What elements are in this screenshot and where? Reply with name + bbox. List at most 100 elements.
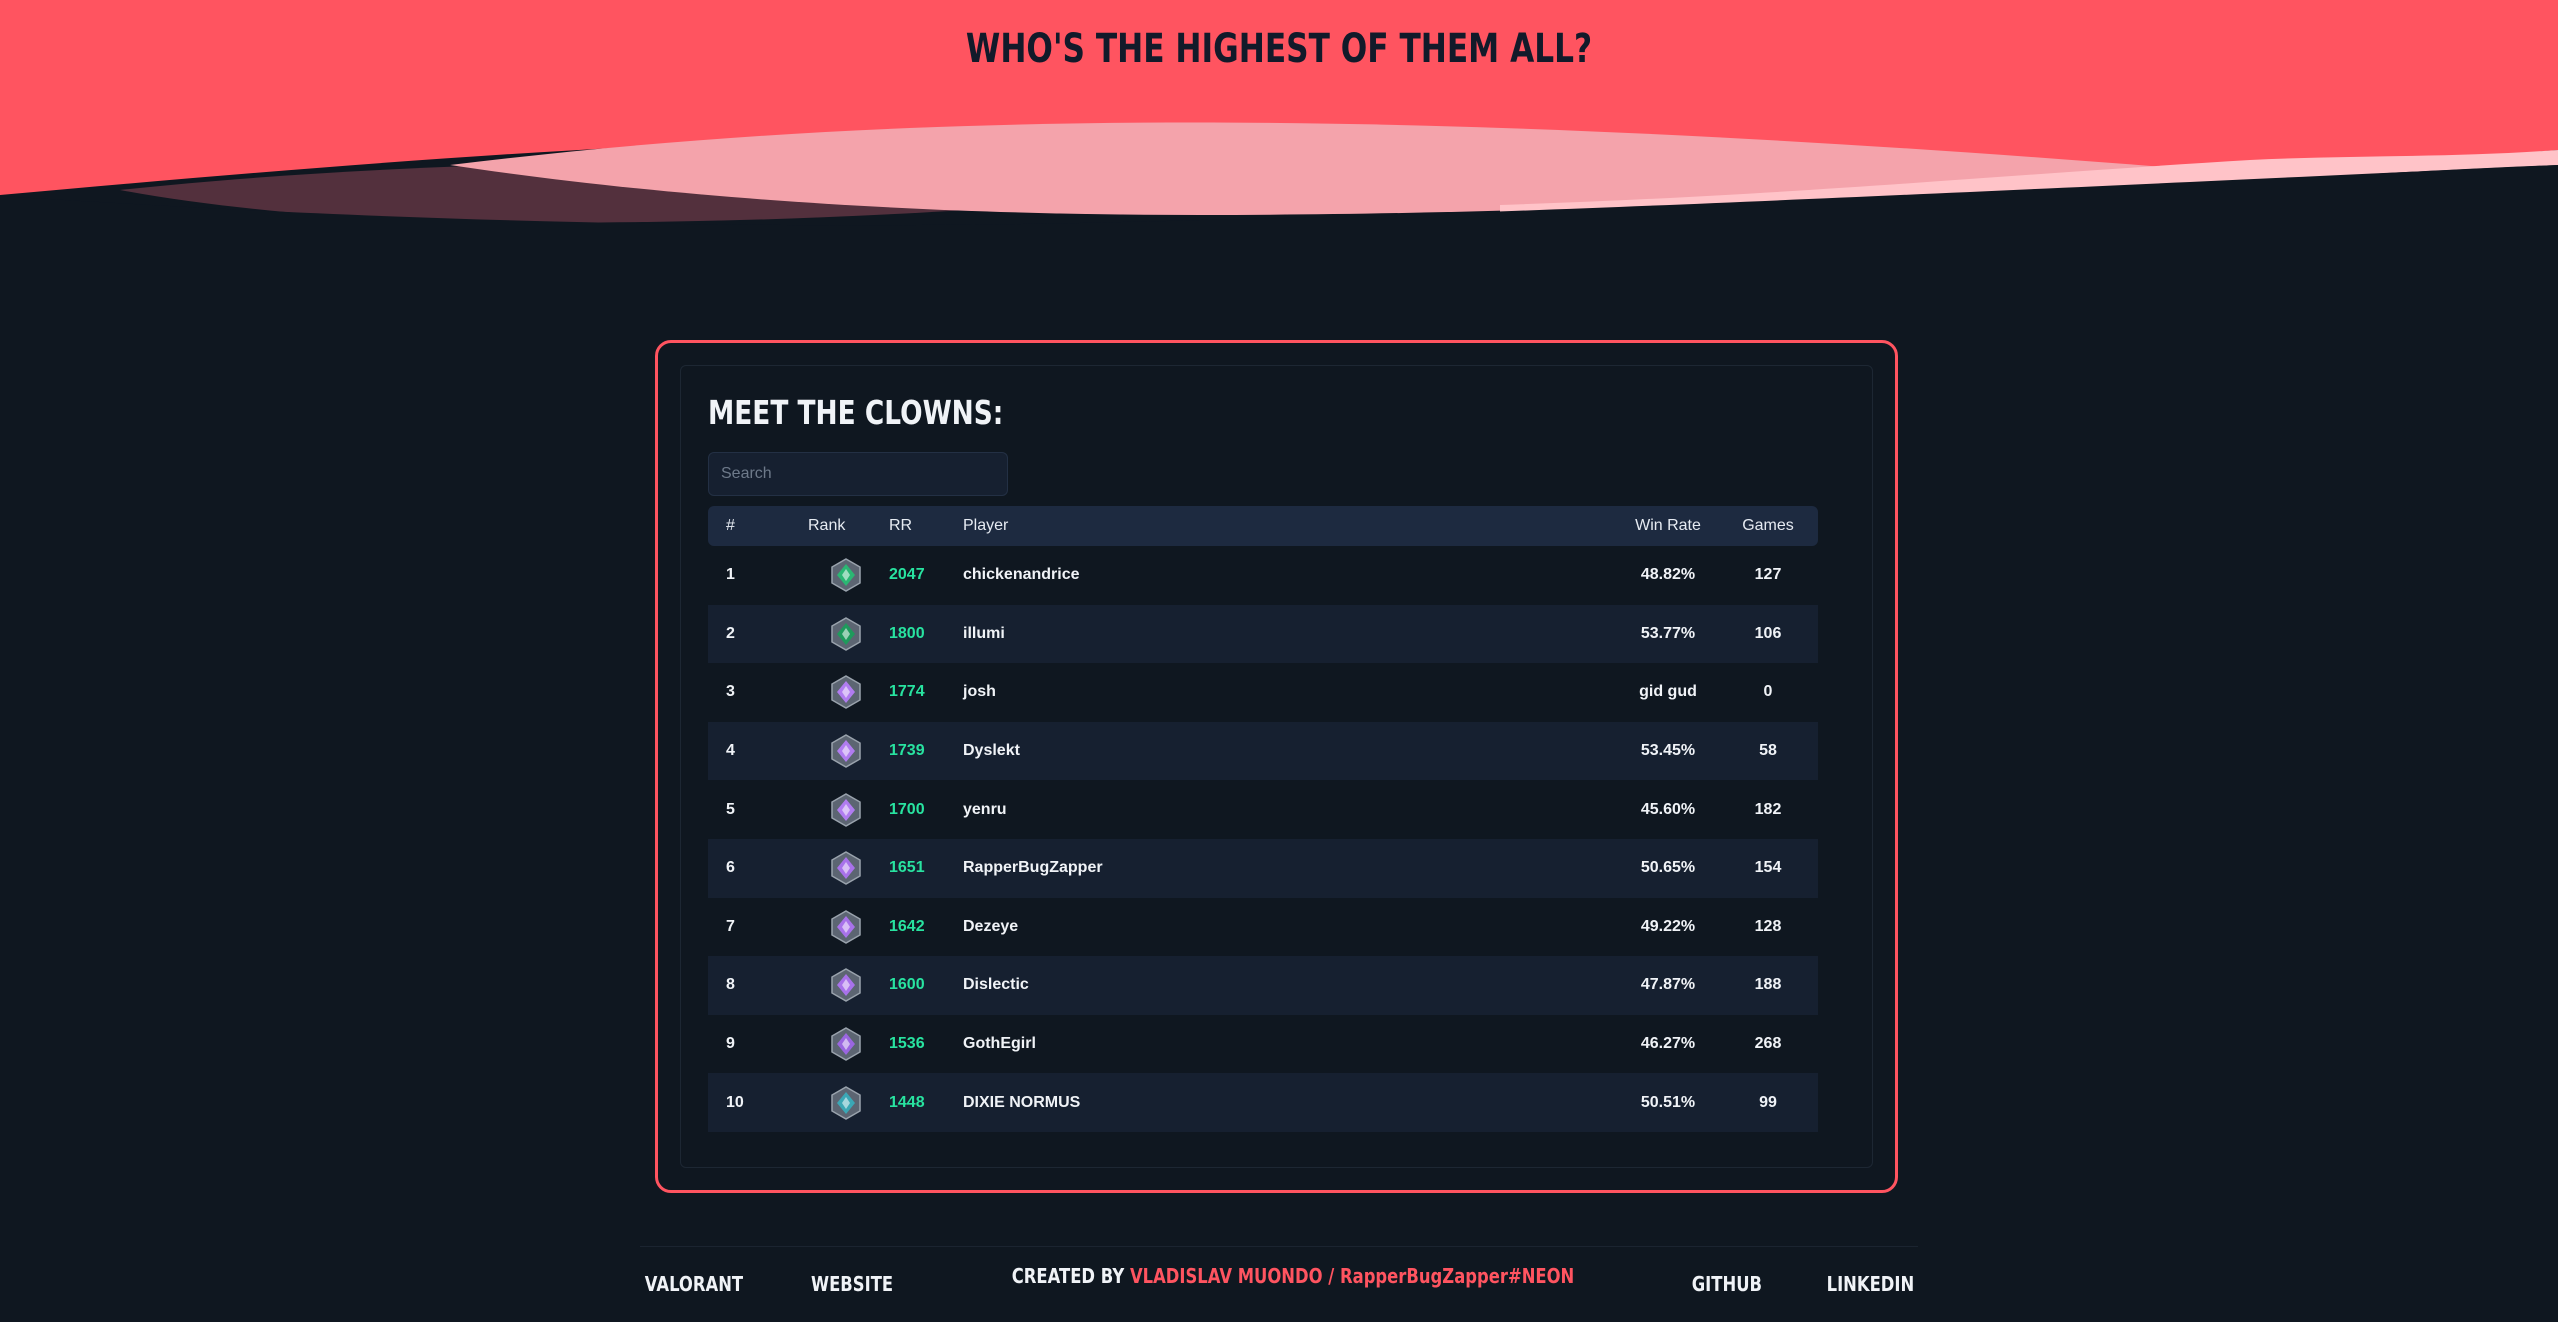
diamond-rank-icon (830, 675, 861, 710)
row-rank-cell (808, 616, 883, 652)
row-rank-cell (808, 1085, 883, 1121)
row-rr: 1642 (889, 917, 925, 935)
row-rank-number: 6 (726, 859, 735, 877)
row-rank-cell (808, 557, 883, 593)
row-rank-number: 1 (726, 566, 735, 584)
table-row[interactable]: 8 1600 Dislectic 47.87% 188 (708, 956, 1818, 1015)
row-rr: 1800 (889, 624, 925, 642)
footer-author-link[interactable]: VLADISLAV MUONDO / RapperBugZapper#NEON (1130, 1264, 1574, 1288)
diamond-rank-icon (830, 909, 861, 944)
row-win-rate: 53.77% (1640, 624, 1696, 642)
header-player[interactable]: Player (963, 517, 1618, 535)
footer-link-website[interactable]: WEBSITE (811, 1272, 893, 1296)
row-rr: 2047 (889, 566, 925, 584)
leaderboard-card: MEET THE CLOWNS: # Rank RR Player Win Ra… (655, 340, 1898, 1193)
row-win-rate: 48.82% (1640, 566, 1696, 584)
row-player-name: josh (963, 683, 996, 701)
row-rr: 1600 (889, 976, 925, 994)
row-player-name: yenru (963, 800, 1007, 818)
leaderboard-table: # Rank RR Player Win Rate Games 1 2047 chi… (708, 506, 1818, 1132)
footer: VALORANT WEBSITE CREATED BY VLADISLAV MU… (0, 1264, 2558, 1296)
table-row[interactable]: 9 1536 GothEgirl 46.27% 268 (708, 1015, 1818, 1074)
row-rank-number: 8 (726, 976, 735, 994)
row-rank-number: 2 (726, 624, 735, 642)
header-num[interactable]: # (708, 517, 808, 535)
row-games: 128 (1754, 917, 1782, 935)
hero-banner: WHO'S THE HIGHEST OF THEM ALL? (0, 0, 2558, 240)
footer-created-by: CREATED BY (1011, 1264, 1124, 1288)
row-rank-number: 7 (726, 917, 735, 935)
diamond-rank-icon (830, 1027, 861, 1061)
row-games: 154 (1754, 859, 1782, 877)
table-row[interactable]: 3 1774 josh gid gud 0 (708, 663, 1818, 722)
footer-link-github[interactable]: GITHUB (1691, 1272, 1761, 1296)
table-row[interactable]: 4 1739 Dyslekt 53.45% 58 (708, 721, 1818, 781)
row-games: 127 (1754, 566, 1782, 584)
page-title: WHO'S THE HIGHEST OF THEM ALL? (965, 26, 1593, 72)
page: WHO'S THE HIGHEST OF THEM ALL? MEET THE … (0, 0, 2558, 1322)
row-win-rate: 53.45% (1640, 742, 1696, 760)
table-header-row: # Rank RR Player Win Rate Games (708, 506, 1818, 546)
footer-divider (640, 1246, 1918, 1247)
row-win-rate: 50.51% (1640, 1093, 1696, 1111)
row-win-rate: 45.60% (1640, 800, 1696, 818)
row-win-rate: 46.27% (1640, 1035, 1696, 1053)
footer-credit: CREATED BY VLADISLAV MUONDO / RapperBugZ… (1011, 1264, 1574, 1288)
row-rr: 1651 (889, 859, 925, 877)
footer-link-linkedin[interactable]: LINKEDIN (1827, 1272, 1915, 1296)
row-player-name: GothEgirl (963, 1035, 1036, 1053)
ascendant-rank-icon (830, 617, 861, 651)
row-rank-cell (808, 850, 883, 886)
row-rank-number: 4 (726, 742, 735, 760)
row-games: 58 (1759, 742, 1777, 760)
row-games: 106 (1754, 624, 1782, 642)
diamond-rank-icon (830, 851, 861, 886)
row-rank-cell (808, 733, 883, 769)
row-win-rate: 47.87% (1640, 976, 1696, 994)
row-player-name: Dyslekt (963, 742, 1020, 760)
platinum-rank-icon (830, 1085, 861, 1120)
table-row[interactable]: 7 1642 Dezeye 49.22% 128 (708, 898, 1818, 957)
row-rank-cell (808, 792, 883, 828)
table-row[interactable]: 2 1800 illumi 53.77% 106 (708, 604, 1818, 664)
row-player-name: illumi (963, 624, 1005, 642)
header-rr[interactable]: RR (883, 517, 963, 535)
row-games: 188 (1754, 976, 1782, 994)
row-rank-number: 3 (726, 683, 735, 701)
row-player-name: DIXIE NORMUS (963, 1093, 1081, 1111)
row-rank-cell (808, 967, 883, 1003)
header-rank[interactable]: Rank (808, 517, 883, 535)
table-row[interactable]: 5 1700 yenru 45.60% 182 (708, 780, 1818, 839)
row-rr: 1739 (889, 742, 925, 760)
footer-link-valorant[interactable]: VALORANT (644, 1272, 742, 1296)
diamond-rank-icon (830, 792, 861, 827)
row-player-name: RapperBugZapper (963, 859, 1103, 877)
table-body: 1 2047 chickenandrice 48.82% 127 2 1800 illumi 5… (708, 546, 1818, 1132)
ascendant-rank-icon (830, 558, 861, 593)
search-input[interactable] (708, 452, 1008, 496)
row-rank-number: 5 (726, 800, 735, 818)
row-rank-cell (808, 674, 883, 710)
header-games[interactable]: Games (1718, 517, 1818, 535)
row-rr: 1774 (889, 683, 925, 701)
row-rank-cell (808, 1026, 883, 1062)
row-rank-number: 10 (726, 1093, 744, 1111)
row-rr: 1700 (889, 800, 925, 818)
table-row[interactable]: 10 1448 DIXIE NORMUS 50.51% 99 (708, 1073, 1818, 1132)
table-row[interactable]: 1 2047 chickenandrice 48.82% 127 (708, 546, 1818, 605)
leaderboard-title: MEET THE CLOWNS: (708, 393, 1004, 432)
row-rr: 1448 (889, 1093, 925, 1111)
row-player-name: Dislectic (963, 976, 1029, 994)
diamond-rank-icon (830, 734, 861, 768)
row-games: 268 (1754, 1035, 1782, 1053)
row-rank-cell (808, 909, 883, 945)
leaderboard-card-inner: MEET THE CLOWNS: # Rank RR Player Win Ra… (680, 365, 1873, 1168)
row-games: 182 (1754, 800, 1782, 818)
diamond-rank-icon (830, 968, 861, 1003)
table-row[interactable]: 6 1651 RapperBugZapper 50.65% 154 (708, 838, 1818, 898)
row-games: 0 (1763, 683, 1773, 701)
row-player-name: Dezeye (963, 917, 1019, 935)
row-player-name: chickenandrice (963, 566, 1080, 584)
row-rank-number: 9 (726, 1035, 735, 1053)
header-win-rate[interactable]: Win Rate (1618, 517, 1718, 535)
